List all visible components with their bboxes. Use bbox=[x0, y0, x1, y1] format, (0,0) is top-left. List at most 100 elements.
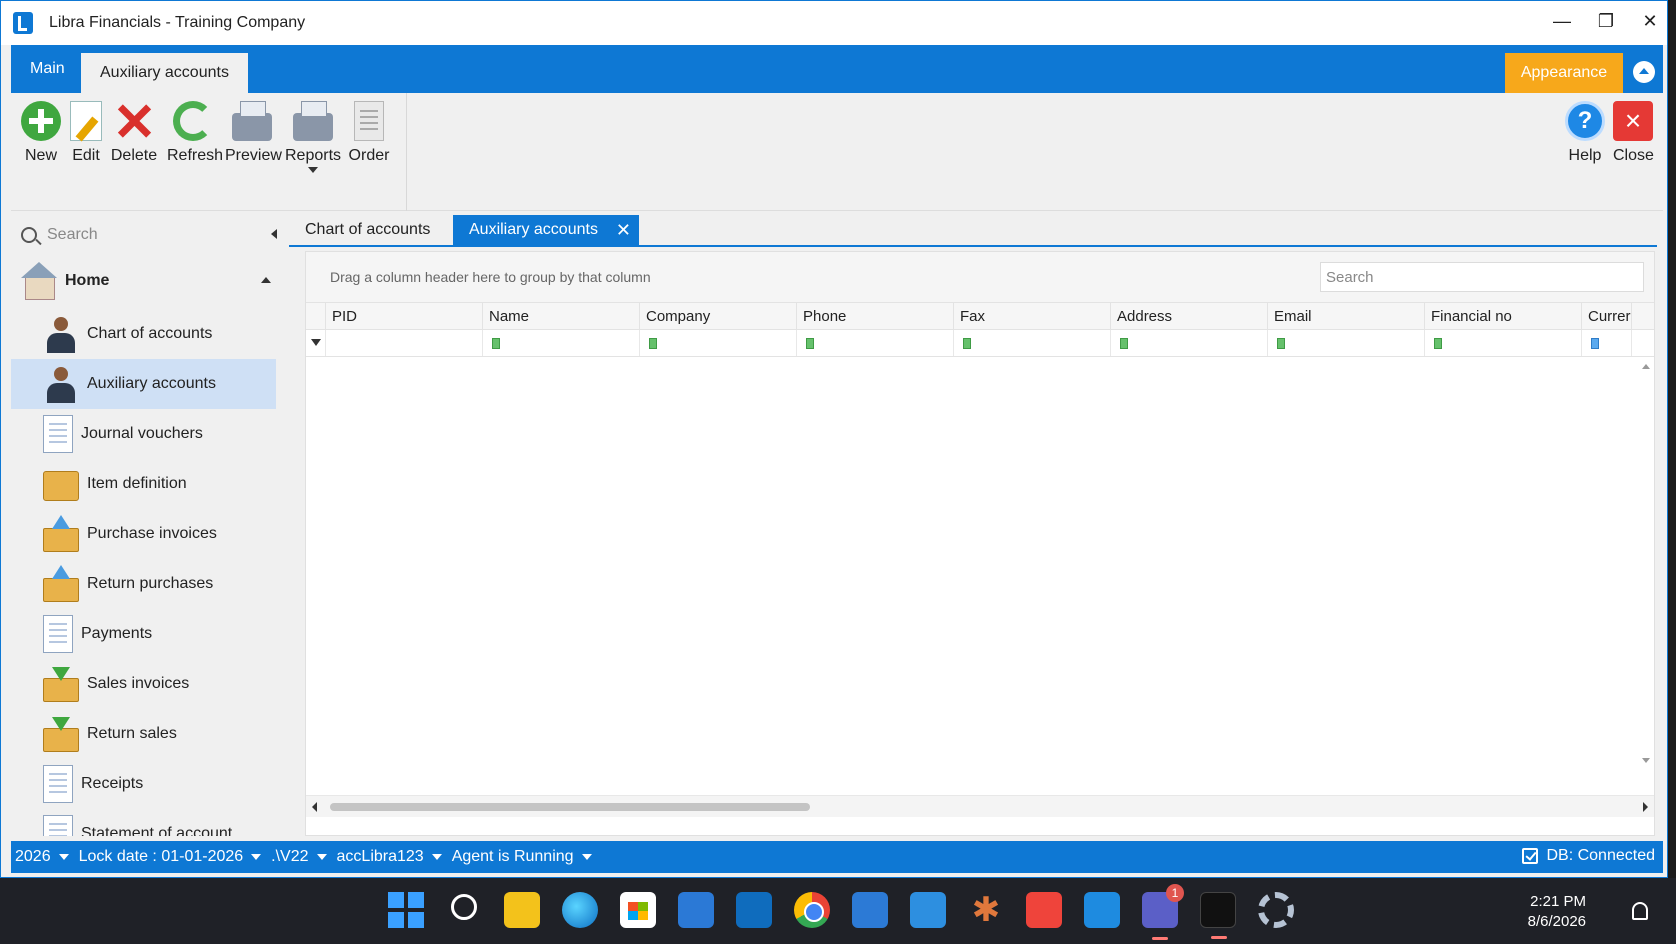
vscode-icon[interactable] bbox=[1084, 892, 1120, 928]
teams-icon[interactable]: 1 bbox=[1142, 884, 1184, 940]
column-header-email[interactable]: Email bbox=[1268, 303, 1425, 329]
filter-icon bbox=[311, 339, 321, 346]
window-controls: — ❐ ✕ bbox=[1551, 11, 1661, 32]
outlook-icon[interactable] bbox=[736, 892, 772, 928]
sidebar-item-receipts[interactable]: Receipts bbox=[11, 759, 276, 809]
sidebar-group-home[interactable]: Home bbox=[21, 261, 271, 301]
sidebar-item-label: Return purchases bbox=[87, 575, 214, 592]
scroll-left-icon[interactable] bbox=[312, 802, 317, 812]
close-button[interactable]: × Close bbox=[1613, 101, 1654, 165]
chevron-down-icon bbox=[251, 854, 262, 860]
filter-cell-currency[interactable] bbox=[1582, 330, 1632, 356]
status-year-label: 2026 bbox=[15, 848, 51, 865]
settings-gear-icon[interactable] bbox=[1258, 892, 1294, 928]
file-explorer-icon[interactable] bbox=[504, 892, 540, 928]
filter-cell-email[interactable] bbox=[1268, 330, 1425, 356]
chevron-down-icon[interactable] bbox=[308, 167, 318, 173]
store-icon[interactable] bbox=[620, 892, 656, 928]
appearance-button[interactable]: Appearance bbox=[1505, 53, 1623, 93]
doc-tab-auxiliary-accounts[interactable]: Auxiliary accounts ✕ bbox=[453, 215, 639, 245]
refresh-button[interactable]: Refresh bbox=[167, 101, 223, 165]
sidebar-item-journal-vouchers[interactable]: Journal vouchers bbox=[11, 409, 276, 459]
person-icon bbox=[43, 315, 79, 353]
filter-cell-company[interactable] bbox=[640, 330, 797, 356]
minimize-icon[interactable]: — bbox=[1551, 11, 1573, 32]
status-lock-date[interactable]: Lock date : 01-01-2026 bbox=[79, 848, 262, 866]
status-agent[interactable]: Agent is Running bbox=[452, 848, 592, 866]
person-icon bbox=[43, 365, 79, 403]
filter-cell-address[interactable] bbox=[1111, 330, 1268, 356]
collapse-ribbon-icon[interactable] bbox=[1633, 61, 1655, 83]
scroll-down-icon[interactable] bbox=[1642, 758, 1650, 763]
scroll-right-icon[interactable] bbox=[1643, 802, 1648, 812]
close-window-icon[interactable]: ✕ bbox=[1639, 11, 1661, 32]
visual-studio-icon[interactable] bbox=[852, 892, 888, 928]
column-header-financial-no[interactable]: Financial no bbox=[1425, 303, 1582, 329]
tab-auxiliary-accounts[interactable]: Auxiliary accounts bbox=[81, 53, 248, 93]
column-header-currency[interactable]: Currer bbox=[1582, 303, 1632, 329]
mail-icon[interactable] bbox=[678, 892, 714, 928]
filter-cell-pid[interactable] bbox=[326, 330, 483, 356]
delete-button-label: Delete bbox=[110, 147, 158, 164]
close-tab-icon[interactable]: ✕ bbox=[616, 215, 631, 245]
sidebar-item-sales-invoices[interactable]: Sales invoices bbox=[11, 659, 276, 709]
data-grid: Drag a column header here to group by th… bbox=[305, 251, 1655, 836]
ribbon-tab-bar: Main Auxiliary accounts Appearance bbox=[11, 45, 1663, 93]
sidebar-item-statement-of-account[interactable]: Statement of account bbox=[11, 809, 276, 836]
grid-search-input[interactable]: Search bbox=[1320, 262, 1644, 292]
tab-main[interactable]: Main bbox=[11, 49, 84, 89]
filter-cell-fax[interactable] bbox=[954, 330, 1111, 356]
sidebar-item-chart-of-accounts[interactable]: Chart of accounts bbox=[11, 309, 276, 359]
notification-bell-icon[interactable] bbox=[1632, 902, 1648, 920]
sparkle-app-icon[interactable]: ✱ bbox=[968, 892, 1004, 928]
order-button[interactable]: Order bbox=[347, 101, 391, 165]
restore-icon[interactable]: ❐ bbox=[1595, 11, 1617, 32]
libra-app-icon[interactable] bbox=[1200, 892, 1236, 939]
column-header-address[interactable]: Address bbox=[1111, 303, 1268, 329]
sidebar-search[interactable]: Search bbox=[21, 223, 121, 247]
delete-button[interactable]: Delete bbox=[109, 101, 159, 165]
status-year[interactable]: 2026 bbox=[15, 848, 69, 866]
sidebar-item-item-definition[interactable]: Item definition bbox=[11, 459, 276, 509]
windows-start-icon[interactable] bbox=[388, 892, 424, 928]
sidebar-item-return-purchases[interactable]: Return purchases bbox=[11, 559, 276, 609]
search-icon[interactable] bbox=[451, 894, 477, 920]
home-label: Home bbox=[65, 272, 110, 289]
document-icon bbox=[43, 415, 73, 453]
tray-down-icon bbox=[43, 667, 79, 702]
edge-browser-icon[interactable] bbox=[562, 892, 598, 928]
new-button[interactable]: New bbox=[19, 101, 63, 165]
edit-button[interactable]: Edit bbox=[65, 101, 107, 165]
status-server[interactable]: .\V22 bbox=[271, 848, 327, 866]
doc-tab-chart-of-accounts[interactable]: Chart of accounts bbox=[289, 215, 446, 245]
scrollbar-thumb[interactable] bbox=[330, 803, 810, 811]
equals-icon bbox=[1591, 338, 1599, 349]
horizontal-scrollbar[interactable] bbox=[306, 795, 1654, 817]
sidebar-item-auxiliary-accounts[interactable]: Auxiliary accounts bbox=[11, 359, 276, 409]
status-database[interactable]: accLibra123 bbox=[337, 848, 442, 866]
photos-icon[interactable] bbox=[910, 892, 946, 928]
collapse-sidebar-icon[interactable] bbox=[271, 229, 277, 239]
status-bar: 2026 Lock date : 01-01-2026 .\V22 accLib… bbox=[11, 841, 1663, 873]
equals-icon bbox=[806, 338, 814, 349]
preview-button[interactable]: Preview bbox=[225, 101, 282, 165]
filter-cell-financial-no[interactable] bbox=[1425, 330, 1582, 356]
sidebar-item-purchase-invoices[interactable]: Purchase invoices bbox=[11, 509, 276, 559]
column-header-pid[interactable]: PID bbox=[326, 303, 483, 329]
column-header-fax[interactable]: Fax bbox=[954, 303, 1111, 329]
anydesk-icon[interactable] bbox=[1026, 892, 1062, 928]
filter-cell[interactable] bbox=[306, 330, 326, 356]
filter-cell-phone[interactable] bbox=[797, 330, 954, 356]
filter-cell-name[interactable] bbox=[483, 330, 640, 356]
sidebar-item-payments[interactable]: Payments bbox=[11, 609, 276, 659]
system-clock[interactable]: 2:21 PM 8/6/2026 bbox=[1528, 892, 1586, 932]
scroll-up-icon[interactable] bbox=[1642, 364, 1650, 369]
column-header-name[interactable]: Name bbox=[483, 303, 640, 329]
column-header-company[interactable]: Company bbox=[640, 303, 797, 329]
chevron-up-icon[interactable] bbox=[261, 277, 271, 283]
reports-button[interactable]: Reports bbox=[285, 101, 341, 173]
help-button[interactable]: ? Help bbox=[1565, 101, 1605, 165]
sidebar-item-return-sales[interactable]: Return sales bbox=[11, 709, 276, 759]
column-header-phone[interactable]: Phone bbox=[797, 303, 954, 329]
chrome-icon[interactable] bbox=[794, 892, 830, 928]
